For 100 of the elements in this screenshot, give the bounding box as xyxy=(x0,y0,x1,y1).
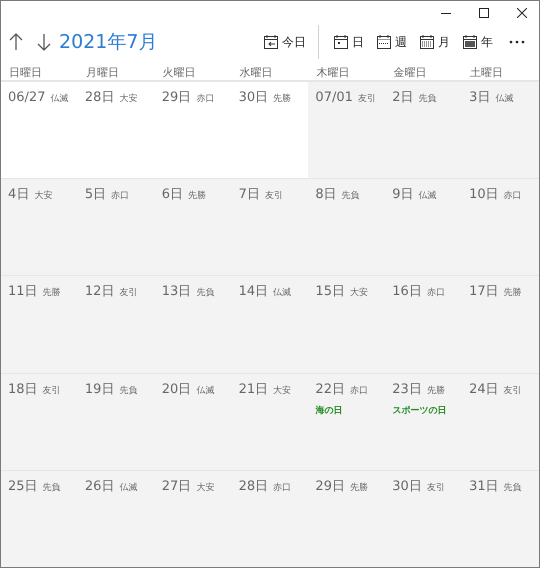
rokuyo-label: 先勝 xyxy=(42,287,61,300)
rokuyo-label: 大安 xyxy=(196,482,214,495)
day-cell[interactable]: 24日 友引 xyxy=(462,372,539,470)
close-icon[interactable] xyxy=(517,8,527,18)
day-number: 27日 xyxy=(162,478,192,496)
rokuyo-label: 赤口 xyxy=(273,482,292,495)
rokuyo-label: 先負 xyxy=(42,482,61,495)
day-number: 3日 xyxy=(469,89,490,107)
day-cell[interactable]: 30日 先勝 xyxy=(232,81,308,178)
day-cell[interactable]: 14日 仏滅 xyxy=(232,275,308,373)
rokuyo-label: 大安 xyxy=(119,93,138,106)
rokuyo-label: 先勝 xyxy=(188,190,206,204)
day-cell[interactable]: 25日 先負 xyxy=(1,470,78,567)
rokuyo-label: 赤口 xyxy=(111,190,130,204)
day-number: 24日 xyxy=(469,380,499,399)
holiday-event[interactable]: 海の日 xyxy=(315,405,342,419)
minimize-icon[interactable] xyxy=(441,12,451,14)
day-number: 11日 xyxy=(8,283,38,302)
day-number: 20日 xyxy=(162,380,192,399)
rokuyo-label: 先負 xyxy=(196,287,214,300)
rokuyo-label: 仏滅 xyxy=(418,190,437,204)
day-cell[interactable]: 9日 仏滅 xyxy=(385,178,462,276)
day-cell[interactable]: 07/01 友引 xyxy=(308,81,386,178)
month-title[interactable]: 2021年7月 xyxy=(59,28,158,56)
day-number: 4日 xyxy=(8,186,30,204)
calendar-icon xyxy=(376,34,392,50)
day-cell[interactable]: 18日 友引 xyxy=(1,372,78,470)
rokuyo-label: 赤口 xyxy=(504,190,522,204)
rokuyo-label: 友引 xyxy=(264,190,283,204)
day-number: 30日 xyxy=(392,478,422,496)
day-cell[interactable]: 30日 友引 xyxy=(385,470,462,567)
day-number: 21日 xyxy=(238,380,268,399)
rokuyo-label: 仏滅 xyxy=(196,384,214,398)
view-button[interactable]: 年 xyxy=(456,28,499,56)
day-cell[interactable]: 21日 大安 xyxy=(232,372,308,470)
day-cell[interactable]: 27日 大安 xyxy=(154,470,232,567)
rokuyo-label: 友引 xyxy=(504,384,522,398)
day-cell[interactable]: 12日 友引 xyxy=(78,275,155,373)
rokuyo-label: 友引 xyxy=(426,482,445,495)
day-number: 15日 xyxy=(315,283,345,302)
day-cell[interactable]: 10日 赤口 xyxy=(462,178,539,276)
weekday-label: 月曜日 xyxy=(86,66,119,79)
rokuyo-label: 先勝 xyxy=(504,287,522,300)
day-cell[interactable]: 26日 仏滅 xyxy=(78,470,155,567)
rokuyo-label: 仏滅 xyxy=(50,93,68,106)
rokuyo-label: 先勝 xyxy=(350,482,368,495)
day-cell[interactable]: 17日 先勝 xyxy=(462,275,539,373)
rokuyo-label: 赤口 xyxy=(426,287,445,300)
day-cell[interactable]: 22日 赤口 海の日 xyxy=(308,372,386,470)
day-cell[interactable]: 5日 赤口 xyxy=(78,178,155,276)
day-number: 6日 xyxy=(162,186,183,204)
rokuyo-label: 先負 xyxy=(504,482,522,495)
day-cell[interactable]: 15日 大安 xyxy=(308,275,386,373)
day-number: 31日 xyxy=(469,478,499,496)
day-number: 12日 xyxy=(84,283,114,302)
day-cell[interactable]: 7日 友引 xyxy=(232,178,308,276)
day-cell[interactable]: 3日 仏滅 xyxy=(462,81,539,178)
view-button[interactable]: 週 xyxy=(370,28,413,56)
day-cell[interactable]: 16日 赤口 xyxy=(385,275,462,373)
holiday-event[interactable]: スポーツの日 xyxy=(392,405,446,419)
day-cell[interactable]: 4日 大安 xyxy=(1,178,78,276)
view-button[interactable]: 日 xyxy=(327,28,370,56)
day-cell[interactable]: 6日 先勝 xyxy=(154,178,232,276)
rokuyo-label: 友引 xyxy=(119,287,138,300)
day-number: 28日 xyxy=(238,478,268,496)
weekday-label: 火曜日 xyxy=(162,66,196,79)
view-button[interactable]: 月 xyxy=(413,28,456,56)
up-arrow-icon[interactable] xyxy=(9,33,23,51)
day-number: 25日 xyxy=(8,478,38,496)
down-arrow-icon[interactable] xyxy=(37,33,51,51)
day-cell[interactable]: 31日 先負 xyxy=(462,470,539,567)
calendar-icon xyxy=(419,34,435,50)
day-number: 22日 xyxy=(315,380,345,399)
day-cell[interactable]: 28日 赤口 xyxy=(232,470,308,567)
day-cell[interactable]: 13日 先負 xyxy=(154,275,232,373)
rokuyo-label: 赤口 xyxy=(350,384,368,398)
day-number: 06/27 xyxy=(8,89,46,107)
day-cell[interactable]: 23日 先勝 スポーツの日 xyxy=(385,372,462,470)
maximize-icon[interactable] xyxy=(479,8,489,18)
rokuyo-label: 先負 xyxy=(418,93,437,106)
rokuyo-label: 先勝 xyxy=(273,93,292,106)
day-number: 10日 xyxy=(469,186,499,204)
day-number: 30日 xyxy=(238,89,268,107)
day-number: 2日 xyxy=(392,89,414,107)
day-number: 8日 xyxy=(315,186,337,204)
rokuyo-label: 大安 xyxy=(273,384,292,398)
calendar-icon xyxy=(333,34,349,50)
rokuyo-label: 友引 xyxy=(42,384,61,398)
day-number: 7日 xyxy=(238,186,260,204)
view-button[interactable]: 今日 xyxy=(257,28,312,56)
rokuyo-label: 仏滅 xyxy=(495,93,514,106)
day-number: 16日 xyxy=(392,283,422,302)
day-cell[interactable]: 29日 先勝 xyxy=(308,470,386,567)
day-cell[interactable]: 20日 仏滅 xyxy=(154,372,232,470)
day-cell[interactable]: 2日 先負 xyxy=(385,81,462,178)
day-cell[interactable]: 19日 先負 xyxy=(78,372,155,470)
day-cell[interactable]: 8日 先負 xyxy=(308,178,386,276)
day-cell[interactable]: 11日 先勝 xyxy=(1,275,78,373)
day-number: 14日 xyxy=(238,283,268,302)
weekday-label: 日曜日 xyxy=(9,66,42,79)
